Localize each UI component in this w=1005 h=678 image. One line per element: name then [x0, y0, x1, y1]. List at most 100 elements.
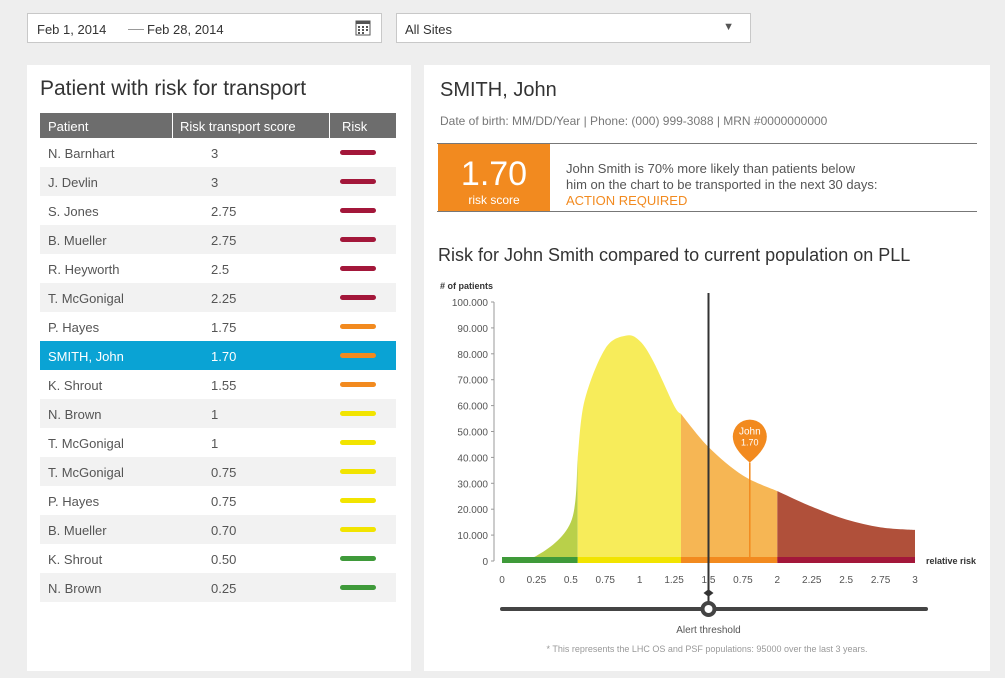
table-row[interactable]: K. Shrout 1.55	[40, 370, 396, 399]
x-tick-label: 2	[775, 575, 781, 586]
risk-description: John Smith is 70% more likely than patie…	[566, 161, 877, 209]
risk-level-indicator	[340, 237, 376, 242]
table-row[interactable]: T. McGonigal 2.25	[40, 283, 396, 312]
y-tick-label: 40.000	[457, 453, 488, 464]
x-tick-label: 3	[912, 575, 918, 586]
patient-name-cell: R. Heyworth	[48, 262, 120, 277]
action-required-label: ACTION REQUIRED	[566, 193, 688, 208]
x-tick-label: 0	[499, 575, 505, 586]
table-row[interactable]: S. Jones 2.75	[40, 196, 396, 225]
column-header-score[interactable]: Risk transport score	[180, 119, 296, 134]
divider	[437, 211, 977, 212]
risk-score-cell: 0.70	[211, 523, 237, 538]
risk-level-indicator	[340, 353, 376, 358]
risk-score-cell: 1	[211, 407, 219, 422]
x-tick-label: 1.25	[664, 575, 684, 586]
table-row[interactable]: N. Brown 1	[40, 399, 396, 428]
calendar-icon[interactable]	[355, 20, 371, 39]
table-row[interactable]: N. Barnhart 3	[40, 138, 396, 167]
risk-score-cell: 2.75	[211, 204, 237, 219]
y-tick-label: 30.000	[457, 479, 488, 490]
table-row[interactable]: R. Heyworth 2.5	[40, 254, 396, 283]
table-row[interactable]: P. Hayes 1.75	[40, 312, 396, 341]
patient-name-cell: B. Mueller	[48, 523, 107, 538]
risk-score-value: 1.70	[460, 155, 528, 193]
risk-level-indicator	[340, 440, 376, 445]
table-row[interactable]: T. McGonigal 0.75	[40, 457, 396, 486]
arrow-left-icon	[703, 590, 708, 596]
risk-level-indicator	[340, 411, 376, 416]
x-tick-label: 0.75	[596, 575, 616, 586]
site-select[interactable]: All Sites ▼	[396, 13, 751, 43]
table-row[interactable]: T. McGonigal 1	[40, 428, 396, 457]
patient-name-cell: S. Jones	[48, 204, 99, 219]
risk-level-indicator	[340, 295, 376, 300]
y-tick-label: 0	[482, 557, 488, 568]
y-tick-label: 100.000	[452, 298, 489, 309]
y-tick-label: 80.000	[457, 350, 488, 361]
risk-score-cell: 3	[211, 146, 219, 161]
patient-name-cell: P. Hayes	[48, 494, 100, 509]
table-row-selected[interactable]: SMITH, John 1.70	[40, 341, 396, 370]
date-range-picker[interactable]: Feb 1, 2014 Feb 28, 2014	[27, 13, 382, 43]
table-row[interactable]: N. Brown 0.25	[40, 573, 396, 602]
y-tick-label: 10.000	[457, 531, 488, 542]
chart-footnote: * This represents the LHC OS and PSF pop…	[546, 644, 868, 654]
risk-score-cell: 2.5	[211, 262, 230, 277]
table-row[interactable]: P. Hayes 0.75	[40, 486, 396, 515]
table-row[interactable]: B. Mueller 0.70	[40, 515, 396, 544]
column-divider	[172, 113, 173, 138]
risk-score-box: 1.70 risk score	[438, 144, 550, 211]
risk-level-indicator	[340, 498, 376, 503]
date-start: Feb 1, 2014	[37, 22, 107, 37]
table-row[interactable]: B. Mueller 2.75	[40, 225, 396, 254]
patient-name-cell: T. McGonigal	[48, 436, 124, 451]
site-select-value: All Sites	[405, 22, 452, 37]
x-tick-label: 0.5	[564, 575, 578, 586]
risk-score-cell: 2.25	[211, 291, 237, 306]
risk-band-baseline	[680, 557, 778, 563]
table-row[interactable]: K. Shrout 0.50	[40, 544, 396, 573]
patient-name: SMITH, John	[440, 79, 557, 101]
patient-name-cell: K. Shrout	[48, 552, 103, 567]
risk-level-indicator	[340, 527, 376, 532]
arrow-right-icon	[709, 590, 714, 596]
x-tick-label: 0.25	[527, 575, 547, 586]
risk-level-indicator	[340, 150, 376, 155]
x-tick-label: 2.25	[802, 575, 822, 586]
y-tick-label: 70.000	[457, 376, 488, 387]
risk-description-line: John Smith is 70% more likely than patie…	[566, 161, 856, 176]
patient-name-cell: SMITH, John	[48, 349, 124, 364]
x-tick-label: 2.75	[871, 575, 891, 586]
y-tick-label: 90.000	[457, 324, 488, 335]
risk-score-cell: 0.75	[211, 494, 237, 509]
patient-name-cell: B. Mueller	[48, 233, 107, 248]
risk-level-indicator	[340, 469, 376, 474]
risk-band-area	[777, 491, 915, 561]
patient-list-title: Patient with risk for transport	[40, 77, 307, 100]
y-tick-label: 60.000	[457, 402, 488, 413]
patient-detail-panel: SMITH, John Date of birth: MM/DD/Year | …	[424, 65, 990, 671]
risk-band-area	[502, 457, 578, 561]
risk-score-cell: 1.55	[211, 378, 237, 393]
risk-score-cell: 0.50	[211, 552, 237, 567]
risk-band-area	[577, 335, 681, 561]
chart-title: Risk for John Smith compared to current …	[438, 245, 911, 265]
risk-score-cell: 3	[211, 175, 219, 190]
risk-band-baseline	[777, 557, 915, 563]
risk-level-indicator	[340, 556, 376, 561]
risk-level-indicator	[340, 266, 376, 271]
y-tick-label: 50.000	[457, 428, 488, 439]
table-body: N. Barnhart 3 J. Devlin 3 S. Jones 2.75 B. Mue…	[40, 138, 396, 602]
column-header-patient[interactable]: Patient	[48, 119, 88, 134]
risk-level-indicator	[340, 179, 376, 184]
patient-info: Date of birth: MM/DD/Year | Phone: (000)…	[440, 114, 828, 128]
x-axis-label: relative risk	[926, 556, 977, 566]
risk-level-indicator	[340, 382, 376, 387]
patient-list-panel: Patient with risk for transport Patient …	[27, 65, 411, 671]
column-header-risk[interactable]: Risk	[342, 119, 367, 134]
patient-name-cell: K. Shrout	[48, 378, 103, 393]
x-tick-label: 0.75	[733, 575, 753, 586]
table-row[interactable]: J. Devlin 3	[40, 167, 396, 196]
risk-score-cell: 1.70	[211, 349, 237, 364]
